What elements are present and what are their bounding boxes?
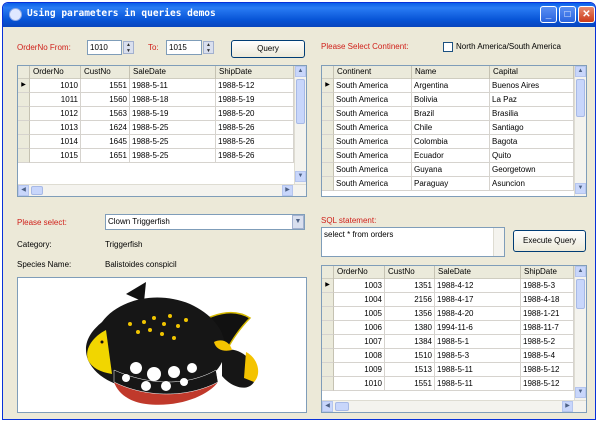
scroll-up-icon[interactable]: ▲	[575, 66, 586, 77]
table-row[interactable]: 1015 1651 1988-5-25 1988-5-26	[18, 149, 294, 163]
table-row[interactable]: South America Paraguay Asuncion	[322, 177, 574, 191]
sql-vertical-scrollbar[interactable]: ▲ ▼	[574, 266, 586, 400]
sql-result-grid[interactable]: OrderNo CustNo SaleDate ShipDate ▶ 1003 13…	[321, 265, 587, 413]
table-row[interactable]: 1009 1513 1988-5-11 1988-5-12	[322, 363, 574, 377]
orderno-to-label: To:	[148, 43, 159, 52]
orders-grid-header: OrderNo CustNo SaleDate ShipDate	[18, 66, 294, 79]
column-header[interactable]: OrderNo	[334, 266, 385, 279]
app-icon	[9, 8, 22, 21]
table-row[interactable]: 1013 1624 1988-5-25 1988-5-26	[18, 121, 294, 135]
column-header[interactable]: ShipDate	[216, 66, 294, 79]
category-label: Category:	[17, 240, 52, 249]
scroll-down-icon[interactable]: ▼	[575, 387, 586, 398]
minimize-icon[interactable]: _	[540, 6, 557, 23]
current-row-icon: ▶	[18, 79, 30, 93]
column-header[interactable]: Capital	[490, 66, 574, 79]
category-value: Triggerfish	[105, 240, 143, 249]
chevron-down-icon[interactable]: ▼	[292, 215, 304, 229]
clown-triggerfish-picture	[85, 282, 259, 405]
table-row[interactable]: ▶ South America Argentina Buenos Aires	[322, 79, 574, 93]
north-south-america-checkbox[interactable]	[443, 42, 453, 52]
orderno-to-spinner[interactable]: ▲ ▼	[203, 41, 214, 54]
fish-select-label: Please select:	[17, 218, 67, 227]
fish-image	[17, 277, 307, 413]
sql-horizontal-scrollbar[interactable]: ◀ ▶	[322, 400, 586, 412]
sql-statement-textarea[interactable]: select * from orders	[321, 227, 505, 257]
orders-grid[interactable]: OrderNo CustNo SaleDate ShipDate ▶ 1010 15…	[17, 65, 307, 197]
table-row[interactable]: ▶ 1010 1551 1988-5-11 1988-5-12	[18, 79, 294, 93]
fish-dropdown-value: Clown Triggerfish	[108, 217, 170, 226]
table-row[interactable]: 1004 2156 1988-4-17 1988-4-18	[322, 293, 574, 307]
current-row-icon: ▶	[322, 79, 334, 93]
column-header[interactable]: SaleDate	[435, 266, 521, 279]
species-label: Species Name:	[17, 260, 72, 269]
column-header[interactable]: SaleDate	[130, 66, 216, 79]
table-row[interactable]: 1005 1356 1988-4-20 1988-1-21	[322, 307, 574, 321]
scroll-left-icon[interactable]: ◀	[322, 401, 333, 412]
fish-dropdown[interactable]: Clown Triggerfish	[105, 214, 305, 230]
scrollbar-thumb[interactable]	[576, 279, 585, 309]
scroll-right-icon[interactable]: ▶	[562, 401, 573, 412]
scroll-right-icon[interactable]: ▶	[282, 185, 293, 196]
table-row[interactable]: 1006 1380 1994-11-6 1988-11-7	[322, 321, 574, 335]
orderno-from-label: OrderNo From:	[17, 43, 71, 52]
app-window: Using parameters in queries demos _ □ ✕ …	[2, 2, 596, 420]
column-header[interactable]: CustNo	[81, 66, 130, 79]
spin-down-icon[interactable]: ▼	[124, 48, 133, 54]
table-row[interactable]: 1008 1510 1988-5-3 1988-5-4	[322, 349, 574, 363]
table-row[interactable]: South America Chile Santiago	[322, 121, 574, 135]
window-title: Using parameters in queries demos	[27, 8, 216, 19]
orders-vertical-scrollbar[interactable]: ▲ ▼	[294, 66, 306, 184]
orders-horizontal-scrollbar[interactable]: ◀ ▶	[18, 184, 306, 196]
sql-grid-header: OrderNo CustNo SaleDate ShipDate	[322, 266, 574, 279]
maximize-icon[interactable]: □	[559, 6, 576, 23]
table-row[interactable]: 1007 1384 1988-5-1 1988-5-2	[322, 335, 574, 349]
sql-statement-label: SQL statement:	[321, 216, 377, 225]
table-row[interactable]: 1011 1560 1988-5-18 1988-5-19	[18, 93, 294, 107]
country-vertical-scrollbar[interactable]: ▲ ▼	[574, 66, 586, 196]
country-grid-header: Continent Name Capital	[322, 66, 574, 79]
close-icon[interactable]: ✕	[578, 6, 595, 23]
table-row[interactable]: South America Guyana Georgetown	[322, 163, 574, 177]
title-bar[interactable]: Using parameters in queries demos _ □ ✕	[3, 3, 595, 27]
orderno-from-input[interactable]: 1010	[87, 40, 122, 55]
table-row[interactable]: South America Brazil Brasilia	[322, 107, 574, 121]
execute-query-button[interactable]: Execute Query	[513, 230, 586, 252]
table-row[interactable]: South America Colombia Bagota	[322, 135, 574, 149]
table-row[interactable]: South America Ecuador Quito	[322, 149, 574, 163]
table-row[interactable]: 1012 1563 1988-5-19 1988-5-20	[18, 107, 294, 121]
column-header[interactable]: ShipDate	[521, 266, 574, 279]
scrollbar-thumb[interactable]	[296, 79, 305, 124]
column-header[interactable]: OrderNo	[30, 66, 81, 79]
scroll-up-icon[interactable]: ▲	[575, 266, 586, 277]
table-row[interactable]: ▶ 1003 1351 1988-4-12 1988-5-3	[322, 279, 574, 293]
table-row[interactable]: 1014 1645 1988-5-25 1988-5-26	[18, 135, 294, 149]
current-row-icon: ▶	[322, 279, 334, 293]
query-button[interactable]: Query	[231, 40, 305, 58]
column-header[interactable]: Continent	[334, 66, 412, 79]
spin-down-icon[interactable]: ▼	[204, 48, 213, 54]
north-south-america-label: North America/South America	[456, 42, 561, 51]
continent-label: Please Select Continent:	[321, 42, 409, 51]
orderno-from-spinner[interactable]: ▲ ▼	[123, 41, 134, 54]
scrollbar-thumb[interactable]	[335, 402, 349, 411]
scrollbar-thumb[interactable]	[576, 79, 585, 117]
column-header[interactable]: CustNo	[385, 266, 435, 279]
table-row[interactable]: South America Bolivia La Paz	[322, 93, 574, 107]
sql-textarea-scrollbar[interactable]	[493, 228, 504, 256]
scroll-up-icon[interactable]: ▲	[295, 66, 306, 77]
scroll-down-icon[interactable]: ▼	[295, 171, 306, 182]
scrollbar-thumb[interactable]	[31, 186, 43, 195]
orderno-to-input[interactable]: 1015	[166, 40, 202, 55]
scroll-down-icon[interactable]: ▼	[575, 183, 586, 194]
species-value: Balistoides conspicil	[105, 260, 177, 269]
table-row[interactable]: 1010 1551 1988-5-11 1988-5-12	[322, 377, 574, 391]
country-grid[interactable]: Continent Name Capital ▶ South America Arg…	[321, 65, 587, 197]
column-header[interactable]: Name	[412, 66, 490, 79]
form-body: OrderNo From: 1010 ▲ ▼ To: 1015 ▲ ▼ Query …	[3, 27, 595, 419]
scroll-left-icon[interactable]: ◀	[18, 185, 29, 196]
